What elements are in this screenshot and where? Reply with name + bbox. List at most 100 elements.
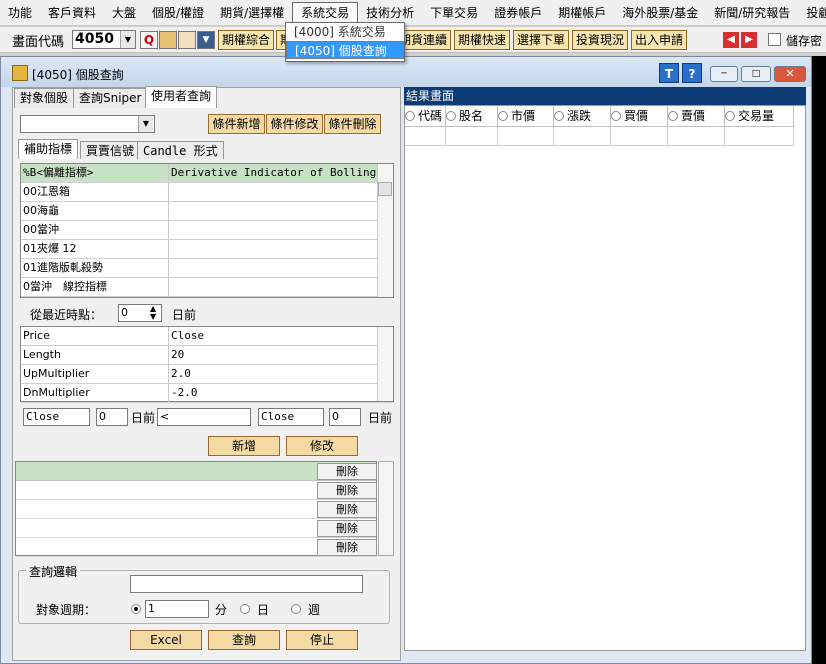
list-item[interactable]: 01進階版軋殺勢 — [21, 259, 393, 278]
menu-system-trading[interactable]: 系統交易 — [292, 1, 359, 24]
menu-function[interactable]: 功能 — [0, 2, 40, 24]
list-item[interactable]: %B<偏離指標> Derivative Indicator of Bollinge… — [21, 164, 393, 183]
folder-icon[interactable] — [159, 31, 177, 49]
save-password-checkbox[interactable] — [768, 33, 781, 46]
condition-scrollbar[interactable] — [378, 461, 394, 556]
table-row[interactable]: DnMultiplier -2.0 — [21, 384, 393, 403]
menu-customer[interactable]: 客戶資料 — [40, 2, 104, 24]
table-row[interactable]: UpMultiplier 2.0 — [21, 365, 393, 384]
period-minute-radio[interactable] — [131, 604, 141, 614]
list-item[interactable]: 00當沖 — [21, 221, 393, 240]
list-item[interactable]: 0當沖 線控指標 — [21, 278, 393, 297]
screen-code-value: 4050 — [75, 31, 114, 47]
tab-candle-pattern[interactable]: Candle 形式 — [137, 141, 224, 159]
menu-item-stock-query[interactable]: [4050] 個股查詢 — [286, 41, 404, 59]
operator-select[interactable]: < — [157, 408, 251, 426]
param-value[interactable]: 2.0 — [169, 365, 393, 383]
maximize-icon[interactable]: □ — [741, 66, 771, 82]
col-bid[interactable]: 買價 — [611, 106, 668, 127]
table-row[interactable] — [405, 127, 805, 146]
delete-row-button[interactable]: 刪除 — [317, 463, 377, 480]
period-day-radio[interactable] — [240, 604, 250, 614]
menu-order[interactable]: 下單交易 — [422, 2, 486, 24]
code-dropdown-icon[interactable]: ▼ — [120, 31, 135, 48]
col-code[interactable]: 代碼 — [405, 106, 446, 127]
menu-market[interactable]: 大盤 — [104, 2, 144, 24]
col-ask[interactable]: 賣價 — [668, 106, 725, 127]
param-value[interactable]: 20 — [169, 346, 393, 364]
param-name: Length — [21, 346, 169, 364]
excel-button[interactable]: Excel — [130, 630, 202, 650]
down-arrow-icon[interactable]: ▼ — [197, 31, 215, 49]
right-offset-spinner[interactable]: 0 — [329, 408, 361, 426]
recent-label: 從最近時點： — [30, 308, 103, 322]
delete-row-button[interactable]: 刪除 — [317, 482, 377, 499]
tab-buy-sell-signal[interactable]: 買賣信號 — [80, 141, 141, 159]
left-field-select[interactable]: Close — [23, 408, 90, 426]
tab-aux-indicator[interactable]: 補助指標 — [18, 139, 79, 159]
left-offset-spinner[interactable]: 0 — [96, 408, 128, 426]
delete-row-button[interactable]: 刪除 — [317, 520, 377, 537]
indicator-desc — [169, 221, 393, 239]
stop-button[interactable]: 停止 — [286, 630, 358, 650]
indicator-desc — [169, 183, 393, 201]
scroll-thumb[interactable] — [378, 182, 392, 196]
menu-news[interactable]: 新聞/研究報告 — [706, 2, 798, 24]
unit-week-label: 週 — [308, 603, 321, 617]
edit-button[interactable]: 修改 — [286, 436, 358, 456]
param-value[interactable]: Close — [169, 327, 393, 345]
add-button[interactable]: 新增 — [208, 436, 280, 456]
menu-item-system-trading[interactable]: [4000] 系統交易 — [286, 23, 404, 41]
indicator-name: %B<偏離指標> — [21, 164, 169, 182]
help-icon[interactable]: ? — [682, 63, 702, 83]
options-fast-button[interactable]: 期權快速 — [454, 30, 511, 50]
menu-securities-account[interactable]: 證券帳戶 — [486, 2, 550, 24]
indicator-list: %B<偏離指標> Derivative Indicator of Bollinge… — [20, 163, 394, 298]
col-name[interactable]: 股名 — [446, 106, 498, 127]
menu-overseas[interactable]: 海外股票/基金 — [614, 2, 706, 24]
condition-dropdown-icon[interactable]: ▼ — [138, 116, 153, 132]
select-order-button[interactable]: 選擇下單 — [513, 30, 570, 50]
next-icon[interactable]: ▶ — [741, 32, 757, 48]
delete-row-button[interactable]: 刪除 — [317, 539, 377, 556]
table-row[interactable]: Length 20 — [21, 346, 393, 365]
spinner-arrows-icon[interactable]: ▲ ▼ — [150, 305, 156, 321]
tab-target-stock[interactable]: 對象個股 — [14, 88, 75, 108]
deposit-withdraw-button[interactable]: 出入申請 — [631, 30, 688, 50]
search-icon[interactable]: Q — [140, 31, 158, 49]
list-item[interactable]: 00海龜 — [21, 202, 393, 221]
menu-futures[interactable]: 期貨/選擇權 — [212, 2, 292, 24]
right-field-select[interactable]: Close — [258, 408, 324, 426]
col-change[interactable]: 漲跌 — [554, 106, 611, 127]
params-scrollbar[interactable] — [377, 327, 393, 401]
query-logic-input[interactable] — [130, 575, 363, 593]
period-select[interactable]: 1 — [145, 600, 209, 618]
table-row[interactable]: Price Close — [21, 327, 393, 346]
t-icon[interactable]: T — [659, 63, 679, 83]
indicator-name: 00海龜 — [21, 202, 169, 220]
menu-stocks[interactable]: 個股/權證 — [144, 2, 212, 24]
query-button[interactable]: 查詢 — [208, 630, 280, 650]
tab-user-query[interactable]: 使用者查詢 — [145, 86, 218, 108]
menu-options-account[interactable]: 期權帳戶 — [550, 2, 614, 24]
prev-icon[interactable]: ◀ — [723, 32, 739, 48]
col-volume[interactable]: 交易量 — [725, 106, 794, 127]
param-value[interactable]: -2.0 — [169, 384, 393, 402]
investment-status-button[interactable]: 投資現況 — [572, 30, 629, 50]
menu-technical[interactable]: 技術分析 — [358, 2, 422, 24]
col-price[interactable]: 市價 — [498, 106, 554, 127]
tab-sniper[interactable]: 查詢Sniper — [73, 88, 148, 108]
delete-row-button[interactable]: 刪除 — [317, 501, 377, 518]
list-item[interactable]: 00江恩箱 — [21, 183, 393, 202]
add-condition-button[interactable]: 條件新增 — [208, 114, 265, 134]
picture-icon[interactable] — [178, 31, 196, 49]
list-item[interactable]: 01夾爆 12 — [21, 240, 393, 259]
menu-advisor[interactable]: 投顧專區 — [798, 2, 826, 24]
edit-condition-button[interactable]: 條件修改 — [266, 114, 323, 134]
close-icon[interactable]: ✕ — [774, 66, 806, 82]
period-week-radio[interactable] — [291, 604, 301, 614]
condition-select[interactable] — [20, 115, 155, 133]
options-summary-button[interactable]: 期權綜合 — [218, 30, 275, 50]
minimize-icon[interactable]: ─ — [710, 66, 738, 82]
delete-condition-button[interactable]: 條件刪除 — [324, 114, 381, 134]
